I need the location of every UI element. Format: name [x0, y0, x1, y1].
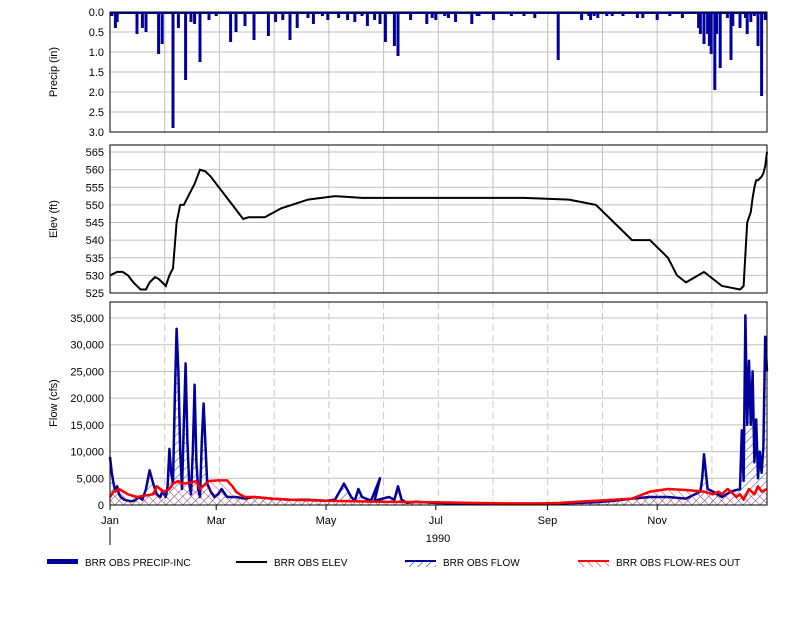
precip-y-tick-label: 1.0 [89, 47, 104, 59]
precip-bar [392, 12, 396, 46]
elev-y-tick-label: 545 [86, 218, 104, 230]
precip-bar [556, 12, 560, 60]
precip-bar [234, 12, 238, 32]
precip-bar [176, 12, 180, 28]
flow-y-tick-label: 0 [98, 500, 104, 512]
precip-bar [144, 12, 148, 32]
legend-label: BRR OBS FLOW [443, 558, 520, 569]
legend: BRR OBS PRECIP-INC BRR OBS ELEV BRR OBS FL… [47, 558, 740, 569]
elev-y-tick-label: 525 [86, 288, 104, 300]
precip-bar [709, 12, 713, 54]
precip-bar [243, 12, 247, 26]
precip-bar [198, 12, 202, 62]
hydrograph-chart: 0.0 0.5 1.0 1.5 2.0 2.5 3.0 Precip (in) 525 530… [47, 7, 769, 569]
precip-bar [295, 12, 299, 28]
x-tick-label: Nov [647, 515, 667, 527]
precip-bar [698, 12, 702, 34]
flow-panel: 0 5,000 10,000 15,000 20,000 25,000 30,000 35,0… [48, 301, 769, 545]
precip-y-tick-label: 1.5 [89, 67, 104, 79]
legend-label: BRR OBS FLOW-RES OUT [616, 558, 740, 569]
precip-y-tick-label: 0.5 [89, 27, 104, 39]
elev-y-tick-label: 565 [86, 147, 104, 159]
elev-y-tick-label: 560 [86, 165, 104, 177]
legend-item: BRR OBS PRECIP-INC [47, 558, 191, 569]
precip-bar [135, 12, 139, 34]
precip-bar [718, 12, 722, 68]
precip-y-tick-label: 2.0 [89, 87, 104, 99]
precip-y-ticks: 0.0 0.5 1.0 1.5 2.0 2.5 3.0 [89, 7, 104, 139]
precip-bar [365, 12, 369, 26]
legend-swatch [578, 560, 609, 567]
legend-item: BRR OBS FLOW [405, 558, 520, 569]
legend-label: BRR OBS ELEV [274, 558, 348, 569]
precip-bar [756, 12, 760, 46]
flow-y-tick-label: 30,000 [70, 340, 104, 352]
precip-bar [160, 12, 164, 44]
precip-bar [266, 12, 270, 36]
legend-item: BRR OBS ELEV [236, 558, 348, 569]
elev-y-axis-title: Elev (ft) [48, 200, 60, 238]
precip-bar [288, 12, 292, 40]
flow-y-tick-label: 5,000 [76, 473, 104, 485]
precip-bar [229, 12, 233, 42]
precip-y-tick-label: 2.5 [89, 107, 104, 119]
legend-swatch [47, 559, 78, 564]
precip-bar [157, 12, 161, 54]
elev-y-tick-label: 530 [86, 270, 104, 282]
precip-y-tick-label: 3.0 [89, 127, 104, 139]
x-tick-label: Mar [207, 515, 226, 527]
x-axis-year-label: 1990 [426, 533, 450, 545]
flow-y-tick-label: 10,000 [70, 447, 104, 459]
precip-bar [252, 12, 256, 40]
elev-y-ticks: 525 530 535 540 545 550 555 560 565 [86, 147, 104, 300]
flow-y-ticks: 0 5,000 10,000 15,000 20,000 25,000 30,000 35,0… [70, 313, 104, 512]
precip-bar [702, 12, 706, 44]
flow-x-ticks: Jan Mar May Jul Sep Nov [101, 505, 667, 527]
precip-bar [760, 12, 764, 96]
flow-y-tick-label: 20,000 [70, 393, 104, 405]
precip-bar [745, 12, 749, 34]
elev-panel: 525 530 535 540 545 550 555 560 565 Elev (ft) [48, 144, 768, 300]
legend-swatch [405, 560, 436, 567]
precip-bar [171, 12, 175, 128]
elev-y-tick-label: 535 [86, 253, 104, 265]
legend-item: BRR OBS FLOW-RES OUT [578, 558, 740, 569]
flow-y-tick-label: 35,000 [70, 313, 104, 325]
precip-y-axis-title: Precip (in) [48, 47, 60, 97]
x-tick-label: May [316, 515, 337, 527]
legend-label: BRR OBS PRECIP-INC [85, 558, 191, 569]
precip-bar [715, 12, 719, 34]
flow-y-tick-label: 25,000 [70, 366, 104, 378]
x-tick-label: Jan [101, 515, 119, 527]
precip-bar [140, 12, 144, 28]
flow-y-axis-title: Flow (cfs) [48, 379, 60, 427]
precip-y-tick-label: 0.0 [89, 7, 104, 19]
elev-y-tick-label: 540 [86, 235, 104, 247]
precip-bar [383, 12, 387, 42]
precip-bar [184, 12, 188, 80]
x-tick-label: Jul [429, 515, 443, 527]
precip-bar [396, 12, 400, 56]
flow-y-tick-label: 15,000 [70, 420, 104, 432]
precip-bar [731, 12, 735, 26]
x-tick-label: Sep [538, 515, 558, 527]
elev-y-tick-label: 555 [86, 182, 104, 194]
elev-y-tick-label: 550 [86, 200, 104, 212]
precip-bar [738, 12, 742, 28]
precip-panel: 0.0 0.5 1.0 1.5 2.0 2.5 3.0 Precip (in) [48, 7, 768, 139]
